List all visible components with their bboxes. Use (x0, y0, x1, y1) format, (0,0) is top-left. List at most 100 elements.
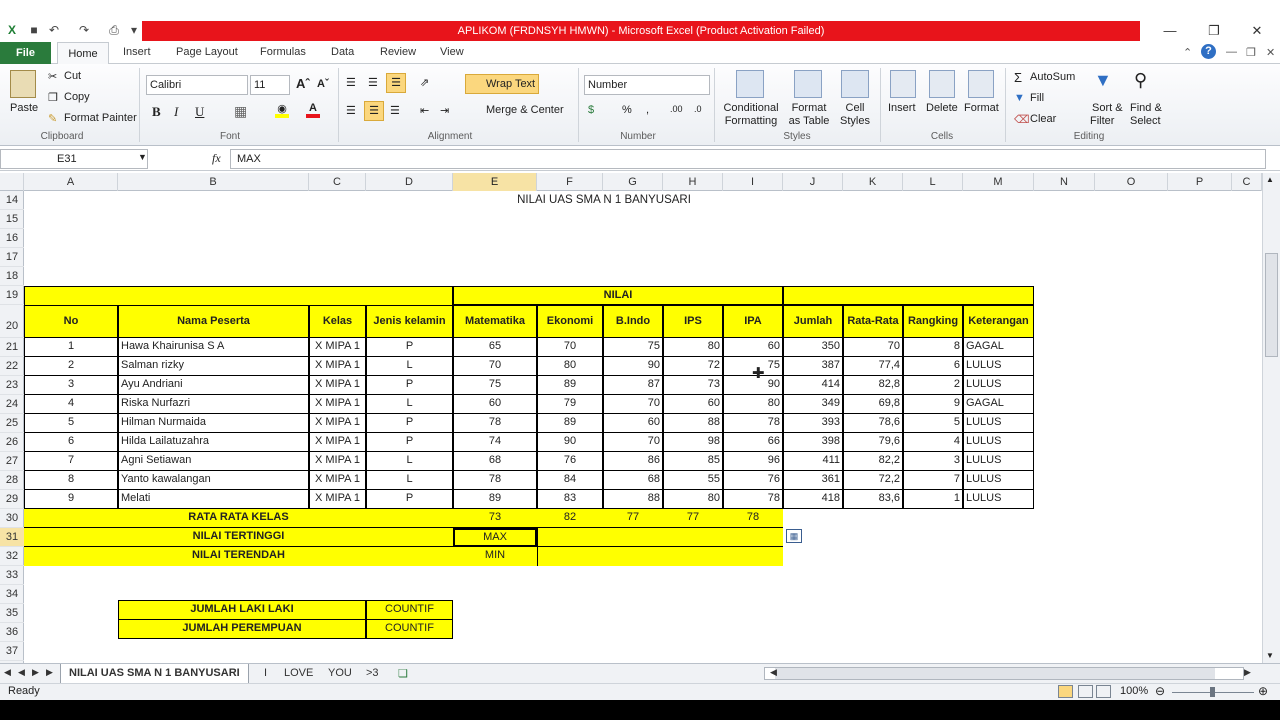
page-layout-view-icon[interactable] (1078, 685, 1093, 698)
minimize-icon[interactable]: — (1156, 22, 1184, 40)
row-header[interactable]: 28 (0, 471, 24, 490)
header-rangking[interactable]: Rangking (903, 305, 963, 338)
first-sheet-icon[interactable]: ◀ (4, 667, 11, 678)
cell-ekonomi[interactable]: 84 (537, 471, 603, 490)
cell-rata-rata[interactable]: 82,2 (843, 452, 903, 471)
row-header[interactable]: 37 (0, 642, 24, 661)
cell-bindo[interactable]: 60 (603, 414, 663, 433)
print-preview-icon[interactable]: ⎙ (106, 22, 122, 38)
row-header[interactable]: 14 (0, 191, 24, 210)
cell-jenis-kelamin[interactable]: L (366, 395, 453, 414)
cell-no[interactable]: 8 (24, 471, 118, 490)
cell-jenis-kelamin[interactable]: L (366, 357, 453, 376)
conditional-formatting-button[interactable]: Conditional (722, 102, 780, 114)
cell-keterangan[interactable]: GAGAL (963, 338, 1034, 357)
format-painter-icon[interactable]: ✎ (48, 112, 57, 125)
row-header[interactable]: 23 (0, 376, 24, 395)
cell-styles-button[interactable]: Cell (842, 102, 868, 114)
increase-indent-icon[interactable]: ⇥ (440, 104, 449, 117)
row-header[interactable]: 24 (0, 395, 24, 414)
cell-ips[interactable]: 88 (663, 414, 723, 433)
copy-button[interactable]: Copy (64, 91, 90, 103)
paste-icon[interactable] (10, 70, 36, 98)
row-header[interactable]: 17 (0, 248, 24, 267)
cell-rangking[interactable]: 3 (903, 452, 963, 471)
row-header[interactable]: 15 (0, 210, 24, 229)
cell-matematika[interactable]: 78 (453, 414, 537, 433)
minimize-ribbon-icon[interactable]: ⌃ (1183, 46, 1192, 59)
cell-no[interactable]: 1 (24, 338, 118, 357)
cell-nama[interactable]: Agni Setiawan (118, 452, 309, 471)
cell-no[interactable]: 6 (24, 433, 118, 452)
cell-ipa[interactable]: 78 (723, 414, 783, 433)
format-as-table-icon[interactable] (794, 70, 822, 98)
sheet-tab[interactable]: I (264, 667, 267, 679)
column-header[interactable]: C (1232, 173, 1262, 191)
window-minimize-icon[interactable]: — (1226, 46, 1237, 58)
header-no[interactable]: No (24, 305, 118, 338)
cell-no[interactable]: 4 (24, 395, 118, 414)
delete-cells-icon[interactable] (929, 70, 955, 98)
cell-keterangan[interactable]: LULUS (963, 490, 1034, 509)
cell-no[interactable]: 7 (24, 452, 118, 471)
decrease-decimal-icon[interactable]: .0 (694, 104, 702, 114)
cell-ekonomi[interactable]: 89 (537, 376, 603, 395)
cell-nama[interactable]: Ayu Andriani (118, 376, 309, 395)
sheet-tab[interactable]: YOU (328, 667, 352, 679)
column-header[interactable]: E (453, 173, 537, 191)
row-header[interactable]: 26 (0, 433, 24, 452)
column-header[interactable]: I (723, 173, 783, 191)
cell-jenis-kelamin[interactable]: P (366, 376, 453, 395)
undo-icon[interactable]: ↶ (46, 22, 62, 38)
cell-kelas[interactable]: X MIPA 1 (309, 357, 366, 376)
tab-file[interactable]: File (0, 42, 51, 64)
cell-kelas[interactable]: X MIPA 1 (309, 414, 366, 433)
column-header[interactable]: B (118, 173, 309, 191)
percent-icon[interactable]: % (622, 104, 632, 116)
header-kelas[interactable]: Kelas (309, 305, 366, 338)
cell-kelas[interactable]: X MIPA 1 (309, 376, 366, 395)
jumlah-perempuan-value[interactable]: COUNTIF (366, 619, 453, 639)
row-header[interactable]: 22 (0, 357, 24, 376)
row-header[interactable]: 36 (0, 623, 24, 642)
nilai-tertinggi-blank[interactable] (537, 528, 783, 547)
align-right-icon[interactable]: ☰ (390, 104, 400, 117)
cell-rata-rata[interactable]: 83,6 (843, 490, 903, 509)
cell-ipa[interactable]: 80 (723, 395, 783, 414)
jumlah-laki-label[interactable]: JUMLAH LAKI LAKI (118, 600, 366, 620)
orientation-icon[interactable]: ⇗ (420, 76, 429, 89)
cell-ekonomi[interactable]: 89 (537, 414, 603, 433)
cell-no[interactable]: 9 (24, 490, 118, 509)
scroll-right-icon[interactable]: ▶ (1244, 667, 1251, 678)
row-header[interactable]: 19 (0, 286, 24, 305)
clear-button[interactable]: Clear (1030, 113, 1056, 125)
row-header[interactable]: 16 (0, 229, 24, 248)
wrap-text-button[interactable]: Wrap Text (465, 74, 539, 94)
rata-rata-value[interactable]: 73 (453, 509, 537, 528)
font-size-select[interactable]: 11 (250, 75, 290, 95)
cell-kelas[interactable]: X MIPA 1 (309, 395, 366, 414)
cell-jenis-kelamin[interactable]: P (366, 490, 453, 509)
nilai-tertinggi-active-cell[interactable]: MAX (453, 528, 537, 547)
sheet-tab-active[interactable]: NILAI UAS SMA N 1 BANYUSARI (60, 664, 249, 684)
cell-ips[interactable]: 73 (663, 376, 723, 395)
cell-rata-rata[interactable]: 72,2 (843, 471, 903, 490)
cell-jumlah[interactable]: 411 (783, 452, 843, 471)
cell-rangking[interactable]: 4 (903, 433, 963, 452)
find-select-label-2[interactable]: Select (1130, 115, 1161, 127)
tab-view[interactable]: View (440, 46, 464, 58)
column-header[interactable]: A (24, 173, 118, 191)
cell-jenis-kelamin[interactable]: P (366, 414, 453, 433)
cell-nama[interactable]: Hawa Khairunisa S A (118, 338, 309, 357)
fill-icon[interactable]: ▼ (1014, 92, 1025, 104)
format-as-table-button[interactable]: Format (788, 102, 830, 114)
row-header[interactable]: 29 (0, 490, 24, 509)
cell-nama[interactable]: Melati (118, 490, 309, 509)
row-header[interactable]: 30 (0, 509, 24, 528)
sheet-title[interactable]: NILAI UAS SMA N 1 BANYUSARI (454, 192, 754, 211)
cell-rata-rata[interactable]: 82,8 (843, 376, 903, 395)
redo-icon[interactable]: ↷ (76, 22, 92, 38)
align-center-icon[interactable]: ☰ (364, 101, 384, 121)
autosum-icon[interactable]: Σ (1014, 70, 1022, 85)
column-header[interactable]: O (1095, 173, 1168, 191)
